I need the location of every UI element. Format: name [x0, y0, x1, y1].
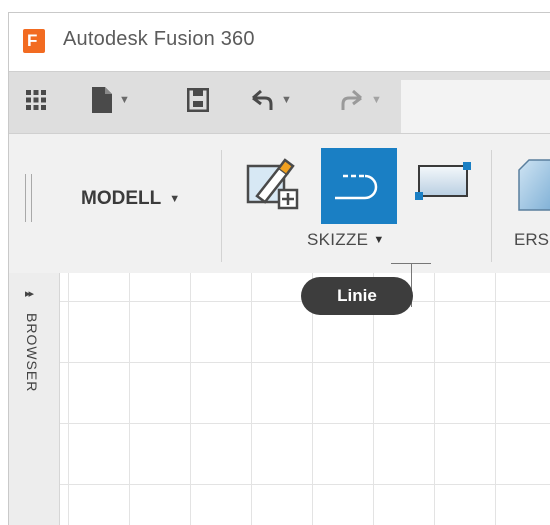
rectangle-tool-button[interactable]	[413, 160, 473, 209]
sketch-group-menu[interactable]: SKIZZE ▼	[307, 230, 385, 250]
app-title: Autodesk Fusion 360	[63, 28, 255, 50]
create-sketch-button[interactable]	[245, 156, 301, 217]
chevron-down-icon: ▼	[281, 94, 292, 106]
sketch-group-label: SKIZZE	[307, 230, 369, 249]
toolbar-grip[interactable]	[25, 174, 32, 222]
chevron-down-icon: ▼	[371, 94, 382, 106]
chevron-down-icon: ▼	[373, 234, 385, 246]
redo-button[interactable]: ▼	[339, 86, 382, 114]
quick-access-toolbar: ▼ ▼ ▼	[9, 71, 550, 134]
create-group-label[interactable]: ERS	[514, 230, 549, 250]
redo-icon	[341, 89, 362, 110]
browser-label[interactable]: BROWSER	[24, 313, 40, 392]
chevron-down-icon: ▼	[169, 193, 181, 205]
rectangle-icon	[415, 162, 471, 200]
app-menu-button[interactable]	[25, 86, 47, 114]
document-tab-area	[401, 80, 550, 134]
line-tool-button[interactable]	[321, 148, 397, 224]
grid-menu-icon	[26, 90, 46, 110]
file-button[interactable]: ▼	[91, 86, 130, 114]
expand-browser-icon[interactable]: ▸▸	[25, 287, 34, 300]
ribbon-toolbar: MODELL ▼ SKIZZE ▼ ERS	[9, 133, 550, 275]
save-button[interactable]	[187, 86, 209, 114]
browser-panel: ▸▸ BROWSER	[9, 273, 60, 525]
ribbon-divider	[491, 150, 492, 262]
undo-icon	[252, 89, 273, 110]
app-window: F Autodesk Fusion 360 ▼ ▼ ▼ MODELL ▼ SKI…	[8, 12, 550, 525]
extrude-tool-button[interactable]	[513, 156, 550, 225]
file-icon	[92, 87, 112, 113]
design-canvas[interactable]	[9, 273, 550, 525]
create-sketch-icon	[246, 158, 299, 210]
title-bar: F Autodesk Fusion 360	[9, 13, 550, 71]
chevron-down-icon: ▼	[119, 94, 130, 106]
undo-button[interactable]: ▼	[249, 86, 292, 114]
fusion-logo-icon: F	[23, 29, 45, 53]
save-icon	[187, 88, 209, 112]
workspace-selector[interactable]: MODELL ▼	[81, 188, 180, 210]
ribbon-divider	[221, 150, 222, 262]
line-icon	[335, 174, 378, 200]
workspace-label: MODELL	[81, 188, 162, 209]
extrude-icon	[518, 159, 550, 211]
tooltip: Linie	[301, 277, 413, 315]
